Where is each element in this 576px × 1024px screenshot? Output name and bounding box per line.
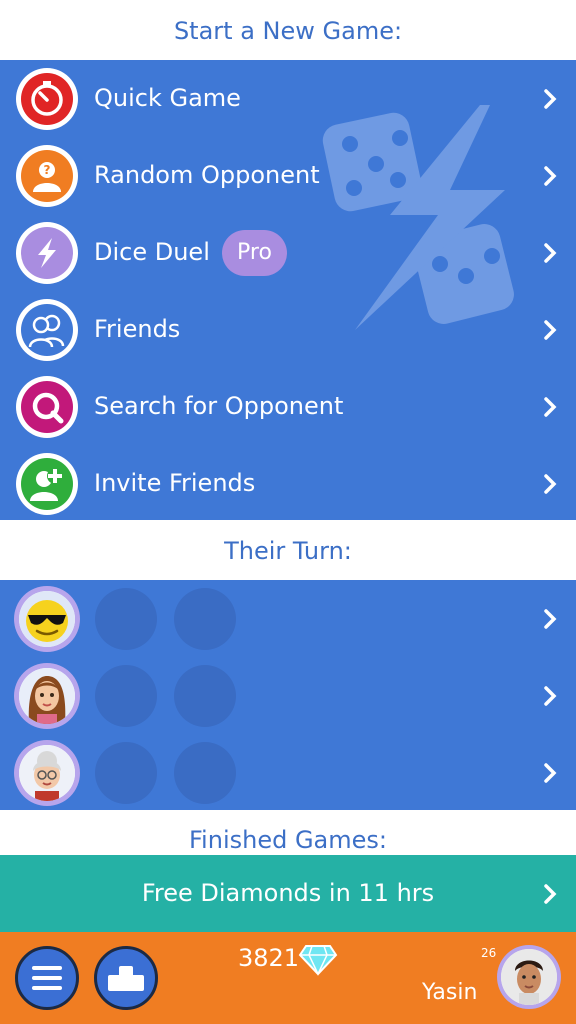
game-row[interactable] bbox=[0, 734, 576, 811]
game-row[interactable] bbox=[0, 580, 576, 657]
chevron-right-icon bbox=[538, 60, 562, 137]
pro-badge: Pro bbox=[222, 230, 287, 276]
grandma-cartoon-avatar bbox=[14, 740, 80, 806]
menu-label: Friends bbox=[94, 315, 181, 343]
new-game-panel: Quick Game ? Random Opponent Dice Duel P… bbox=[0, 60, 576, 520]
section-title-new-game: Start a New Game: bbox=[0, 0, 576, 60]
chevron-right-icon bbox=[538, 734, 562, 811]
chevron-right-icon bbox=[538, 214, 562, 291]
empty-round-slot bbox=[95, 588, 157, 650]
menu-item-quick-game[interactable]: Quick Game bbox=[0, 60, 576, 137]
chevron-right-icon bbox=[538, 657, 562, 734]
menu-item-dice-duel[interactable]: Dice Duel Pro bbox=[0, 214, 576, 291]
svg-text:?: ? bbox=[44, 163, 51, 177]
free-diamonds-button[interactable]: Free Diamonds in 11 hrs bbox=[0, 855, 576, 932]
lightning-icon bbox=[16, 222, 78, 284]
sunglasses-smiley-avatar bbox=[14, 586, 80, 652]
menu-label: Dice Duel bbox=[94, 238, 210, 266]
user-level: 26 bbox=[481, 946, 497, 960]
their-turn-panel bbox=[0, 580, 576, 810]
hamburger-icon bbox=[32, 966, 62, 990]
stopwatch-icon bbox=[16, 68, 78, 130]
empty-round-slot bbox=[174, 588, 236, 650]
empty-round-slot bbox=[95, 665, 157, 727]
game-row[interactable] bbox=[0, 657, 576, 734]
search-icon bbox=[16, 376, 78, 438]
section-title-their-turn: Their Turn: bbox=[0, 520, 576, 580]
menu-label: Invite Friends bbox=[94, 469, 256, 497]
menu-item-invite-friends[interactable]: Invite Friends bbox=[0, 445, 576, 520]
menu-item-friends[interactable]: Friends bbox=[0, 291, 576, 368]
chevron-right-icon bbox=[538, 291, 562, 368]
menu-item-search-opponent[interactable]: Search for Opponent bbox=[0, 368, 576, 445]
empty-round-slot bbox=[174, 742, 236, 804]
leaderboard-button[interactable] bbox=[94, 946, 158, 1010]
menu-button[interactable] bbox=[15, 946, 79, 1010]
mystery-person-icon: ? bbox=[16, 145, 78, 207]
menu-label: Search for Opponent bbox=[94, 392, 344, 420]
friends-icon bbox=[16, 299, 78, 361]
chevron-right-icon bbox=[538, 137, 562, 214]
add-person-icon bbox=[16, 453, 78, 515]
chevron-right-icon bbox=[538, 855, 562, 932]
username: Yasin bbox=[422, 980, 478, 1005]
chevron-right-icon bbox=[538, 445, 562, 520]
podium-icon bbox=[108, 966, 144, 991]
empty-round-slot bbox=[174, 665, 236, 727]
menu-label: Quick Game bbox=[94, 84, 241, 112]
bottom-bar: 3821 26 Yasin bbox=[0, 932, 576, 1024]
chevron-right-icon bbox=[538, 368, 562, 445]
diamond-icon bbox=[298, 945, 338, 976]
free-diamonds-label: Free Diamonds in 11 hrs bbox=[141, 879, 435, 907]
empty-round-slot bbox=[95, 742, 157, 804]
menu-item-random-opponent[interactable]: ? Random Opponent bbox=[0, 137, 576, 214]
section-title-finished-games: Finished Games: bbox=[0, 810, 576, 855]
diamond-count: 3821 bbox=[238, 944, 300, 972]
chevron-right-icon bbox=[538, 580, 562, 657]
woman-cartoon-avatar bbox=[14, 663, 80, 729]
user-avatar[interactable] bbox=[497, 945, 561, 1009]
menu-label: Random Opponent bbox=[94, 161, 320, 189]
